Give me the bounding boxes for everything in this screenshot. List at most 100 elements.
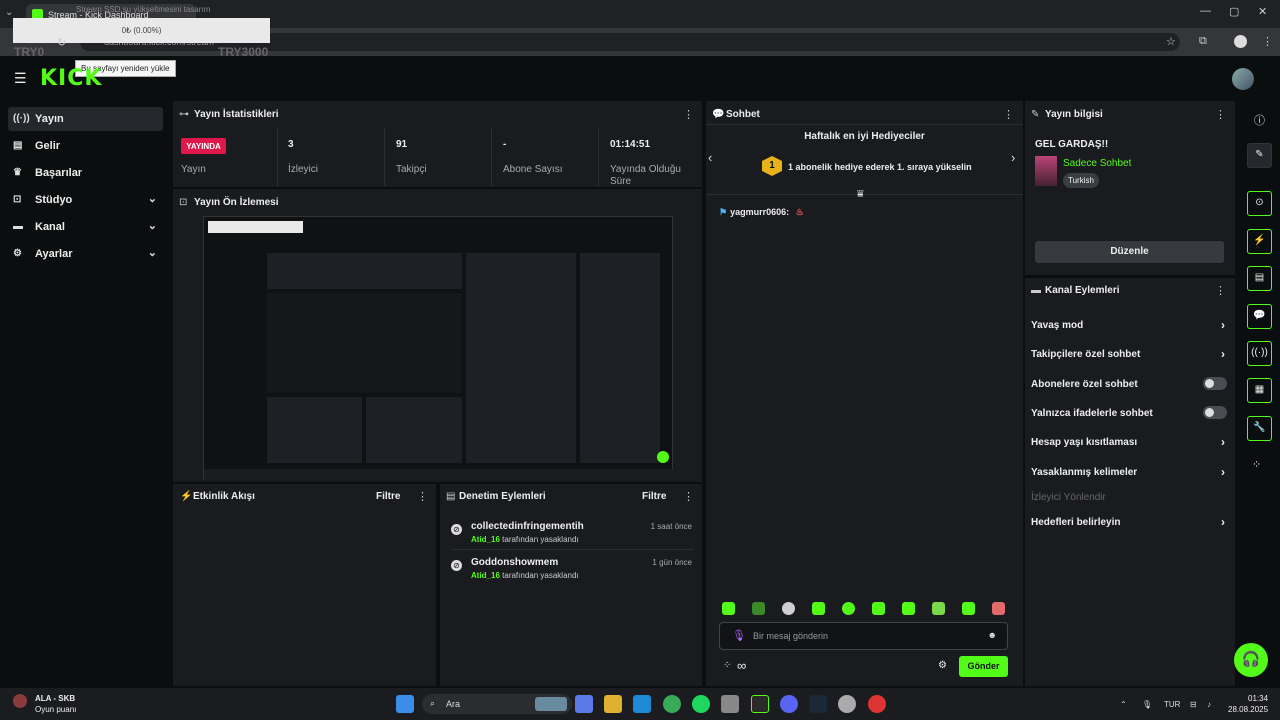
banned-words-row[interactable]: Yasaklanmış kelimeler › bbox=[1031, 465, 1229, 479]
sidebar-item-studyo[interactable]: ⊡ Stüdyo ⌄ bbox=[8, 188, 163, 212]
maximize-icon[interactable]: ▢ bbox=[1229, 5, 1239, 18]
profile-icon[interactable] bbox=[1234, 35, 1247, 48]
emote-icon[interactable] bbox=[722, 602, 735, 615]
close-icon[interactable]: ✕ bbox=[1258, 5, 1267, 18]
emote-icon[interactable] bbox=[782, 602, 795, 615]
chevron-left-icon[interactable]: ‹ bbox=[708, 150, 712, 165]
moderation-menu-kebab-icon[interactable]: ⋮ bbox=[683, 490, 694, 503]
broadcast-icon[interactable]: ((·)) bbox=[1247, 341, 1272, 366]
stream-info-kebab-icon[interactable]: ⋮ bbox=[1215, 108, 1226, 121]
emote-icon[interactable] bbox=[872, 602, 885, 615]
lightning-icon[interactable]: ⚡ bbox=[1247, 229, 1272, 254]
layout-icon[interactable]: ▦ bbox=[1247, 378, 1272, 403]
focus-icon[interactable]: ⊙ bbox=[1247, 191, 1272, 216]
chat-settings-gear-icon[interactable]: ⚙ bbox=[938, 660, 947, 671]
emote-icon[interactable] bbox=[812, 602, 825, 615]
weather-widget[interactable]: ALA - SKB Oyun puanı bbox=[20, 693, 76, 715]
chat-bubble-icon[interactable]: 💬 bbox=[1247, 304, 1272, 329]
volume-icon[interactable]: ♪ bbox=[1207, 700, 1211, 709]
activity-filter-button[interactable]: Filtre bbox=[376, 491, 400, 502]
ban-time: 1 saat önce bbox=[650, 522, 692, 531]
discord-icon[interactable] bbox=[780, 695, 798, 713]
trophy-icon: ♛ bbox=[13, 167, 22, 178]
app-icon[interactable] bbox=[838, 695, 856, 713]
copilot-icon[interactable] bbox=[575, 695, 593, 713]
followers-only-row[interactable]: Takipçilere özel sohbet › bbox=[1031, 347, 1229, 361]
category-link[interactable]: Sadece Sohbet bbox=[1063, 158, 1131, 169]
collapse-handle-icon[interactable]: ⩸ bbox=[857, 188, 864, 201]
chrome-icon[interactable] bbox=[663, 695, 681, 713]
reload-icon[interactable]: ↻ bbox=[57, 36, 66, 49]
windows-start-icon[interactable] bbox=[396, 695, 414, 713]
tray-mic-icon[interactable]: 🎙 bbox=[1142, 700, 1152, 709]
steam-icon[interactable] bbox=[809, 695, 827, 713]
user-avatar[interactable] bbox=[1232, 68, 1254, 90]
xbox-icon[interactable] bbox=[751, 695, 769, 713]
channel-actions-kebab-icon[interactable]: ⋮ bbox=[1215, 284, 1226, 297]
bookmark-star-icon[interactable]: ☆ bbox=[1166, 35, 1176, 48]
tab-overlay-text: Stream SSD şu yükseltmesini tasarım bbox=[76, 5, 211, 14]
moderation-row[interactable]: ⊘ collectedinfringementih 1 saat önce At… bbox=[451, 520, 694, 550]
emote-icon[interactable] bbox=[962, 602, 975, 615]
document-icon[interactable]: ▤ bbox=[1247, 266, 1272, 291]
account-age-row[interactable]: Hesap yaşı kısıtlaması › bbox=[1031, 435, 1229, 449]
kick-logo[interactable]: KICK bbox=[40, 66, 102, 91]
moderation-filter-button[interactable]: Filtre bbox=[642, 491, 666, 502]
community-icon[interactable]: ⁘ bbox=[723, 660, 731, 671]
tab-search-icon[interactable]: ⌄ bbox=[5, 7, 13, 18]
sidebar-item-gelir[interactable]: ▤ Gelir bbox=[8, 134, 163, 158]
top-gifters-title: Haftalık en iyi Hediyeciler bbox=[804, 131, 925, 142]
emote-icon[interactable] bbox=[752, 602, 765, 615]
sidebar-item-ayarlar[interactable]: ⚙ Ayarlar ⌄ bbox=[8, 242, 163, 266]
tray-chevron-up-icon[interactable]: ⌃ bbox=[1120, 700, 1127, 709]
activity-feed-panel bbox=[173, 484, 436, 686]
emote-icon[interactable] bbox=[842, 602, 855, 615]
send-button[interactable]: Gönder bbox=[959, 656, 1008, 677]
emote-icon[interactable] bbox=[992, 602, 1005, 615]
community-icon[interactable]: ⁘ bbox=[1252, 458, 1261, 471]
moderation-row[interactable]: ⊘ Goddonshowmem 1 gün önce Atid_16 taraf… bbox=[451, 556, 694, 586]
extensions-icon[interactable]: ⧉ bbox=[1199, 35, 1207, 48]
app-icon[interactable] bbox=[868, 695, 886, 713]
minimize-icon[interactable]: — bbox=[1200, 5, 1211, 17]
chat-message[interactable]: ⚑ yagmurr0606: ♨ bbox=[719, 207, 804, 218]
support-headset-icon[interactable]: 🎧 bbox=[1234, 643, 1268, 677]
taskbar-clock[interactable]: 01:34 28.08.2025 bbox=[1228, 693, 1268, 715]
browser-menu-icon[interactable]: ⋮ bbox=[1262, 35, 1273, 48]
chat-icon: 💬 bbox=[712, 109, 725, 120]
subscribers-only-toggle[interactable] bbox=[1203, 377, 1227, 390]
emote-icon[interactable] bbox=[932, 602, 945, 615]
stream-preview-video[interactable] bbox=[203, 216, 674, 481]
sidebar-item-yayin[interactable]: ((·)) Yayın bbox=[8, 107, 163, 131]
app-icon[interactable] bbox=[721, 695, 739, 713]
chevron-down-icon: ⌄ bbox=[147, 220, 157, 232]
input-language[interactable]: TUR bbox=[1164, 700, 1180, 709]
skype-icon[interactable] bbox=[633, 695, 651, 713]
chevron-right-icon[interactable]: › bbox=[1011, 150, 1015, 165]
emotes-only-toggle[interactable] bbox=[1203, 406, 1227, 419]
edit-pencil-icon[interactable]: ✎ bbox=[1247, 143, 1272, 168]
emote-icon[interactable] bbox=[902, 602, 915, 615]
menu-hamburger-icon[interactable]: ☰ bbox=[14, 70, 27, 87]
ban-icon: ⊘ bbox=[451, 524, 462, 535]
tools-icon[interactable]: 🔧 bbox=[1247, 416, 1272, 441]
stats-icon: ⊶ bbox=[179, 109, 189, 120]
chat-input[interactable]: 🎙 Bir mesaj gönderin ☻ bbox=[719, 622, 1008, 650]
followers-value: 91 bbox=[396, 139, 408, 150]
emoji-icon[interactable]: ☻ bbox=[988, 630, 997, 640]
activity-menu-kebab-icon[interactable]: ⋮ bbox=[417, 490, 428, 503]
sidebar-item-basarilar[interactable]: ♛ Başarılar bbox=[8, 161, 163, 185]
file-explorer-icon[interactable] bbox=[604, 695, 622, 713]
gift-emote-icon: ♨ bbox=[795, 207, 804, 217]
set-goals-row[interactable]: Hedefleri belirleyin › bbox=[1031, 515, 1229, 529]
spotify-icon[interactable] bbox=[692, 695, 710, 713]
preview-mini-support bbox=[657, 451, 669, 463]
slow-mode-row[interactable]: Yavaş mod › bbox=[1031, 318, 1229, 332]
stats-menu-kebab-icon[interactable]: ⋮ bbox=[683, 108, 694, 121]
sidebar-item-kanal[interactable]: ▬ Kanal ⌄ bbox=[8, 215, 163, 239]
chat-menu-kebab-icon[interactable]: ⋮ bbox=[1003, 108, 1014, 121]
moderator-name: Atid_16 bbox=[471, 571, 500, 580]
edit-stream-button[interactable]: Düzenle bbox=[1035, 241, 1224, 263]
info-icon[interactable]: ⓘ bbox=[1254, 112, 1265, 128]
network-icon[interactable]: ⊟ bbox=[1190, 700, 1197, 709]
